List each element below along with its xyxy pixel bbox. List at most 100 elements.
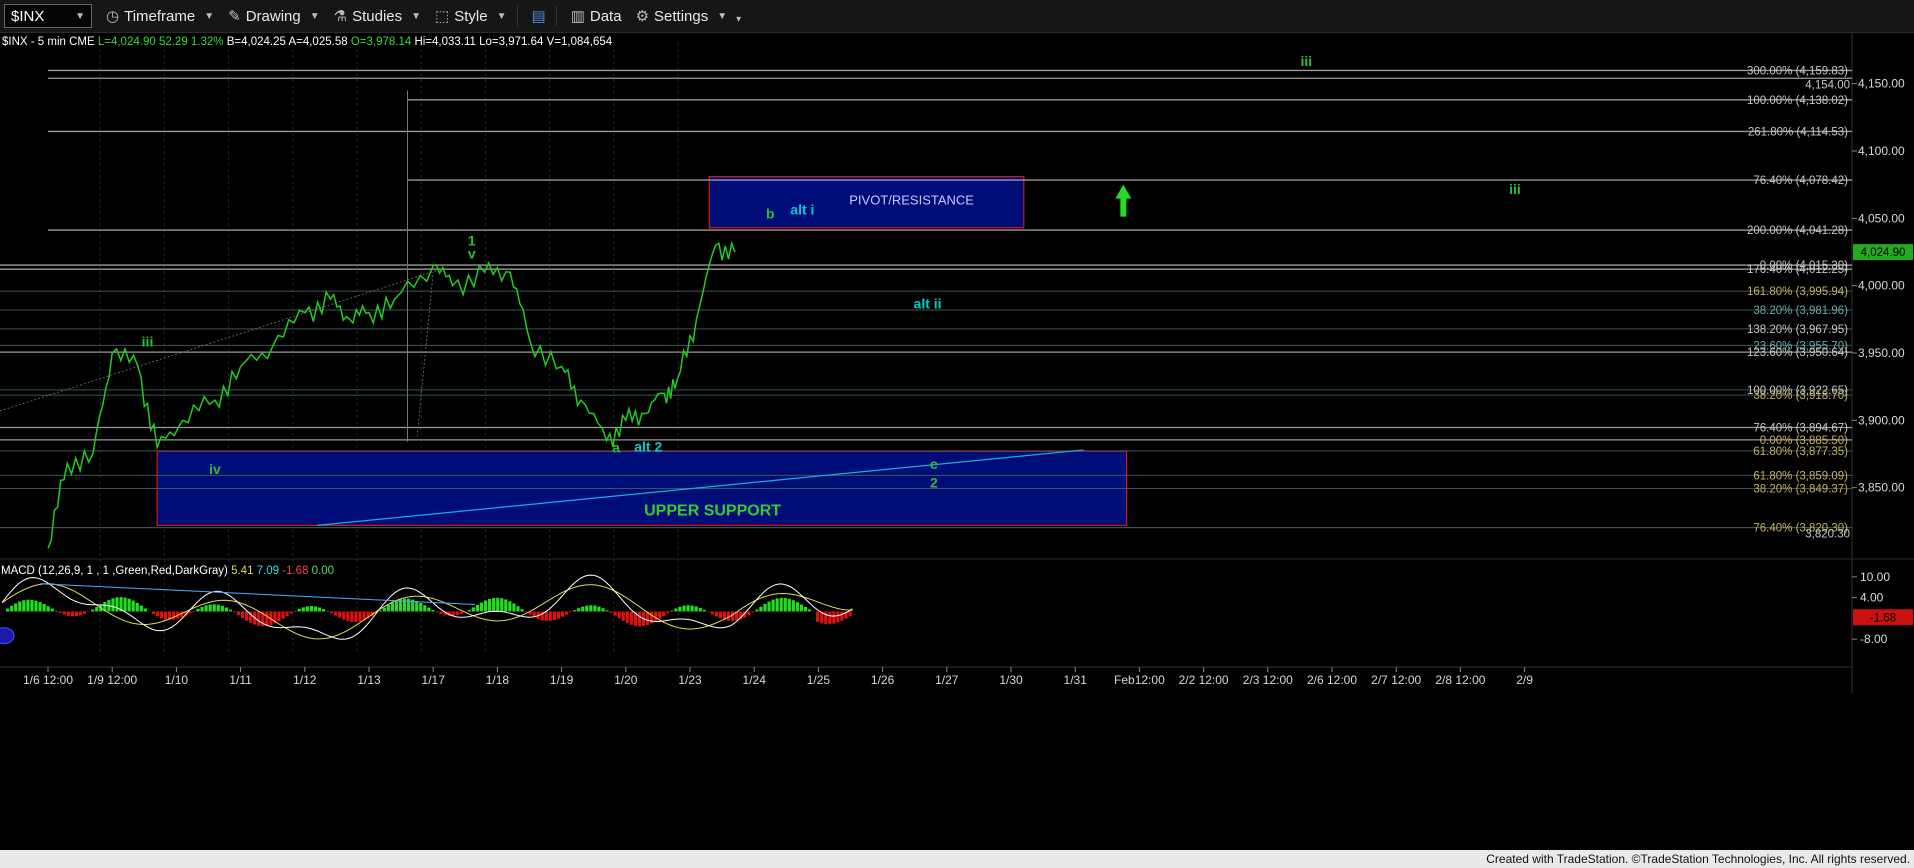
timeframe-menu[interactable]: ◷ Timeframe ▼ [106, 7, 214, 26]
macd-histogram-bar [670, 610, 674, 612]
y-axis-label: 4,000.00 [1858, 279, 1905, 293]
macd-histogram-bar [787, 598, 791, 612]
macd-histogram-bar [208, 604, 212, 612]
macd-histogram-bar [662, 611, 666, 616]
fib-level-label: 76.40% (4,078.42) [1753, 175, 1848, 187]
macd-histogram-bar [354, 611, 358, 623]
macd-histogram-bar [423, 605, 427, 612]
upper-support-label: UPPER SUPPORT [644, 502, 781, 519]
macd-histogram-bar [224, 607, 228, 612]
macd-histogram-bar [816, 611, 820, 622]
pencil-icon: ✎ [228, 8, 241, 25]
macd-histogram-bar [285, 611, 289, 617]
macd-histogram-bar [26, 599, 30, 612]
macd-header-field: 5.41 [231, 565, 257, 577]
macd-histogram-bar [143, 608, 147, 612]
macd-histogram-bar [390, 602, 394, 612]
macd-histogram-bar [755, 609, 759, 612]
macd-histogram-bar [330, 611, 334, 614]
macd-histogram-bar [42, 603, 46, 612]
x-axis-label: 2/3 12:00 [1243, 673, 1293, 687]
macd-histogram-bar [22, 600, 26, 612]
style-label: Style [454, 7, 488, 25]
fib-level-label: 176.40% (4,012.25) [1747, 264, 1848, 276]
macd-histogram-bar [694, 606, 698, 612]
data-menu[interactable]: ▥ Data [571, 7, 622, 26]
macd-histogram-bar [435, 611, 439, 613]
header-field: CME [69, 36, 98, 48]
price-chart[interactable]: PIVOT/RESISTANCE UPPER SUPPORT 300.00% (4,… [0, 33, 1914, 868]
y-axis-label: 3,900.00 [1858, 413, 1905, 427]
macd-histogram-bar [807, 609, 812, 612]
x-axis-label: 1/26 [871, 673, 895, 687]
macd-histogram-bar [236, 611, 241, 616]
macd-histogram-bar [172, 611, 176, 620]
macd-histogram-bar [828, 611, 832, 625]
macd-histogram-bar [682, 605, 686, 612]
x-axis-label: 2/9 [1516, 673, 1533, 687]
wave-label: iii [1300, 53, 1312, 69]
macd-histogram-bar [637, 611, 642, 627]
macd-histogram-bar [289, 611, 293, 614]
macd-histogram-bar [386, 604, 390, 612]
wave-label: iii [142, 333, 154, 349]
macd-histogram-bar [731, 611, 735, 621]
y-axis-label: 4,150.00 [1858, 77, 1905, 91]
chevron-down-icon: ▼ [309, 10, 320, 22]
macd-histogram-bar [605, 610, 609, 612]
macd-histogram-bar [95, 606, 99, 612]
macd-histogram-bar [763, 603, 767, 612]
macd-histogram-bar [836, 611, 840, 623]
drawing-menu[interactable]: ✎ Drawing ▼ [228, 7, 320, 26]
macd-histogram-bar [10, 605, 14, 612]
x-axis-label: 1/18 [486, 673, 510, 687]
macd-histogram-bar [560, 611, 565, 617]
macd-histogram-bar [342, 611, 346, 620]
studies-menu[interactable]: ⚗ Studies ▼ [333, 7, 421, 26]
macd-histogram-bar [483, 600, 488, 612]
macd-histogram-bar [66, 611, 70, 616]
wave-label: alt 2 [634, 438, 662, 454]
style-menu[interactable]: ⬚ Style ▼ [435, 7, 506, 26]
macd-histogram-bar [577, 608, 581, 612]
fib-level-label: 3,820.30 [1805, 529, 1850, 541]
gear-icon: ⚙ [635, 8, 650, 25]
macd-histogram-bar [658, 611, 662, 619]
macd-histogram-bar [382, 607, 386, 612]
trend-line-dashed [416, 272, 434, 437]
layout-button[interactable]: ▤ [532, 7, 546, 25]
macd-histogram-bar [589, 605, 593, 612]
macd-histogram-bar [58, 611, 62, 613]
macd-histogram-bar [479, 602, 484, 612]
macd-axis-label: 10.00 [1860, 570, 1890, 584]
flask-icon: ⚗ [333, 8, 348, 25]
macd-histogram-bar [698, 607, 702, 612]
macd-histogram-bar [378, 610, 382, 612]
macd-histogram-bar [155, 611, 160, 617]
header-field: L=4,024.90 [98, 36, 159, 48]
macd-histogram-bar [747, 611, 751, 616]
header-field: Lo=3,971.64 [479, 36, 546, 48]
data-label: Data [589, 7, 622, 25]
macd-histogram-bar [848, 611, 852, 617]
settings-menu[interactable]: ⚙ Settings ▼ ▾ [635, 7, 742, 26]
macd-histogram-bar [467, 609, 471, 612]
macd-histogram-bar [204, 605, 208, 612]
x-axis-label: 1/24 [743, 673, 767, 687]
macd-histogram-bar [556, 611, 561, 619]
drawing-label: Drawing [245, 7, 301, 25]
macd-histogram-bar [131, 600, 135, 612]
macd-header-field: 0.00 [312, 565, 334, 577]
macd-histogram-bar [91, 609, 95, 612]
macd-histogram-bar [718, 611, 723, 619]
macd-histogram-bar [240, 611, 245, 618]
symbol-selector[interactable]: $INX ▼ [4, 4, 92, 28]
macd-histogram-bar [613, 611, 617, 616]
macd-histogram-bar [508, 601, 512, 612]
x-axis-label: 2/7 12:00 [1371, 673, 1421, 687]
wave-label: iv [209, 461, 221, 477]
y-axis-label: 4,100.00 [1858, 144, 1905, 158]
macd-histogram-bar [710, 611, 714, 615]
macd-histogram-bar [34, 600, 38, 612]
macd-histogram-bar [46, 606, 50, 612]
